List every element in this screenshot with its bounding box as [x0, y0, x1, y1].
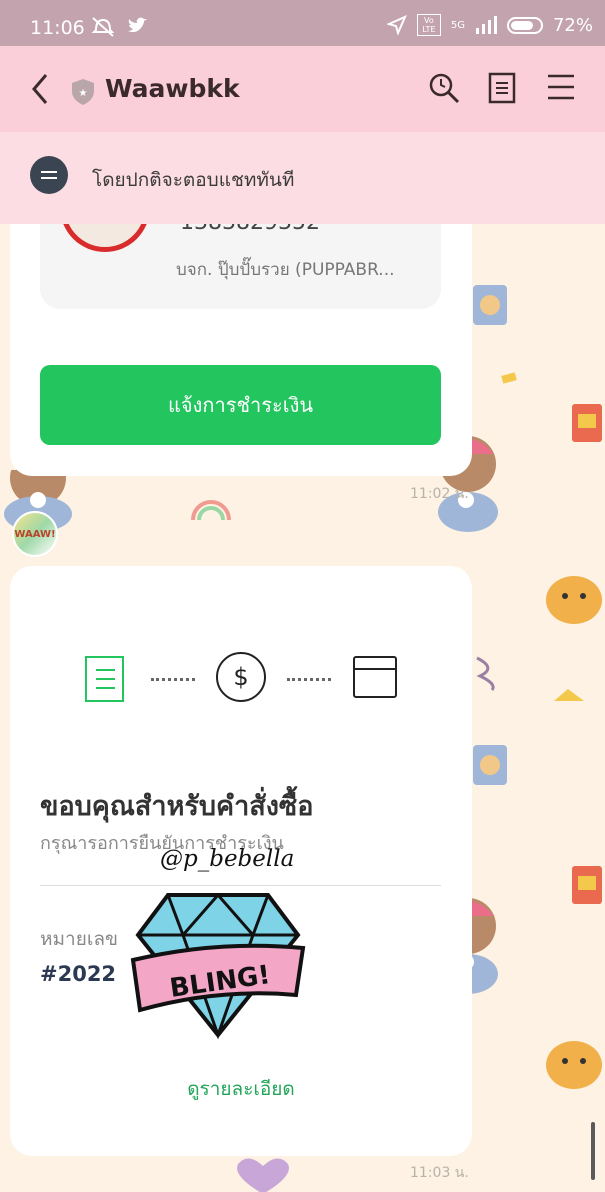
thanks-title: ขอบคุณสำหรับคำสั่งซื้อ [40, 791, 314, 822]
divider [40, 885, 441, 886]
status-bar: 11:06 Vo LTE 5G 72% [0, 0, 605, 46]
notice-text: โดยปกติจะตอบแชททันที [92, 169, 295, 191]
step-divider [287, 678, 331, 681]
twitter-icon [128, 17, 147, 33]
account-number: 1383829352 [180, 224, 320, 235]
signal-icon [475, 16, 497, 34]
scrollbar[interactable] [591, 1122, 595, 1180]
watermark-handle: @p_bebella [160, 846, 295, 872]
view-details-link[interactable]: ดูรายละเอียด [10, 1074, 472, 1104]
bling-diamond-sticker: BLING! [130, 892, 306, 1040]
shield-icon: ★ [72, 79, 94, 105]
svg-text:★: ★ [79, 88, 88, 99]
chat-title: Waawbkk [105, 74, 240, 103]
order-progress-steps: $ [85, 652, 415, 704]
input-bar-edge [0, 1192, 605, 1200]
back-icon[interactable] [26, 72, 56, 106]
payment-card: 1383829352 บจก. ปุ๊บปั๊บรวย (PUPPABR... … [10, 224, 472, 476]
avatar[interactable]: WAAW! [12, 511, 58, 557]
payment-dollar-icon: $ [216, 652, 266, 702]
rainbow-icon [191, 500, 231, 521]
gift-sticker-icon [572, 866, 602, 904]
location-icon [386, 15, 407, 35]
battery-icon [506, 16, 543, 34]
tiger-sticker-icon [546, 576, 602, 624]
notify-payment-button[interactable]: แจ้งการชำระเงิน [40, 365, 441, 445]
bear-sticker-icon [473, 745, 507, 785]
order-number: #2022 [40, 962, 117, 986]
chat-header: ★ Waawbkk [0, 46, 605, 132]
message-timestamp: 11:03 น. [410, 1165, 469, 1181]
network-5g-tag: 5G [450, 19, 465, 31]
order-number-label: หมายเลข [40, 928, 118, 950]
message-timestamp: 11:02 น. [410, 486, 469, 502]
reply-notice: โดยปกติจะตอบแชททันที [0, 132, 605, 224]
account-name: บจก. ปุ๊บปั๊บรวย (PUPPABR... [176, 260, 395, 280]
gift-sticker-icon [572, 404, 602, 442]
chat-bubble-icon [30, 156, 68, 194]
step-divider [151, 678, 195, 681]
status-time: 11:06 [30, 17, 85, 39]
volte-tag: Vo LTE [416, 14, 441, 36]
battery-percent: 72% [552, 14, 593, 36]
package-box-icon [353, 656, 397, 698]
menu-icon[interactable] [547, 72, 575, 102]
search-icon[interactable] [428, 72, 460, 104]
ribbon-icon [476, 656, 495, 691]
heart-sticker-icon [237, 1158, 289, 1194]
order-doc-icon [85, 656, 124, 702]
confetti-icon [501, 372, 517, 384]
confetti-icon [554, 689, 584, 701]
bank-logo [60, 224, 150, 252]
bear-sticker-icon [473, 285, 507, 325]
bank-account-box: 1383829352 บจก. ปุ๊บปั๊บรวย (PUPPABR... [40, 224, 441, 309]
note-icon[interactable] [488, 72, 516, 104]
tiger-sticker-icon [546, 1041, 602, 1089]
mute-icon [91, 17, 115, 37]
